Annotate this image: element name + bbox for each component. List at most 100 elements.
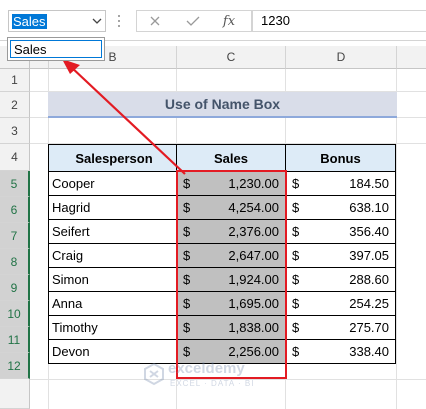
formula-input[interactable]: 1230 xyxy=(252,10,426,32)
table-row: Cooper $1,230.00 $184.50 xyxy=(48,171,396,196)
row-header-1[interactable]: 1 xyxy=(0,69,30,92)
currency-symbol: $ xyxy=(292,272,300,287)
sales-cell[interactable]: $2,647.00 xyxy=(176,243,286,268)
sales-cell[interactable]: $1,230.00 xyxy=(176,171,286,196)
name-box[interactable]: Sales xyxy=(8,10,106,32)
bonus-value: 356.40 xyxy=(349,224,389,239)
name-box-value[interactable]: Sales xyxy=(12,14,47,29)
salesperson-cell[interactable]: Timothy xyxy=(48,315,177,340)
insert-function-button[interactable]: fx xyxy=(216,10,242,32)
table-row: Seifert $2,376.00 $356.40 xyxy=(48,219,396,244)
table-row: Anna $1,695.00 $254.25 xyxy=(48,291,396,316)
row-header-9[interactable]: 9 xyxy=(0,275,30,301)
name-list-item[interactable]: Sales xyxy=(10,40,102,58)
row-header-8[interactable]: 8 xyxy=(0,249,30,275)
currency-symbol: $ xyxy=(183,200,191,215)
bonus-value: 184.50 xyxy=(349,176,389,191)
salesperson-cell[interactable]: Anna xyxy=(48,291,177,316)
currency-symbol: $ xyxy=(183,248,191,263)
bonus-cell[interactable]: $275.70 xyxy=(285,315,396,340)
column-header-c[interactable]: C xyxy=(177,46,286,69)
header-sales[interactable]: Sales xyxy=(176,144,286,172)
row-header-4[interactable]: 4 xyxy=(0,144,30,171)
salesperson-cell[interactable]: Simon xyxy=(48,267,177,292)
watermark-logo: exceldemy EXCEL · DATA · BI xyxy=(140,358,290,394)
fx-icon: fx xyxy=(222,13,236,29)
header-salesperson[interactable]: Salesperson xyxy=(48,144,177,172)
enter-button[interactable] xyxy=(180,10,206,32)
currency-symbol: $ xyxy=(183,320,191,335)
bonus-cell[interactable]: $338.40 xyxy=(285,339,396,364)
table-row: Hagrid $4,254.00 $638.10 xyxy=(48,195,396,220)
row-header-5[interactable]: 5 xyxy=(0,171,30,197)
table-row: Craig $2,647.00 $397.05 xyxy=(48,243,396,268)
currency-symbol: $ xyxy=(183,224,191,239)
column-header-d[interactable]: D xyxy=(286,46,397,69)
table-header-row: Salesperson Sales Bonus xyxy=(48,144,396,172)
salesperson-cell[interactable]: Cooper xyxy=(48,171,177,196)
row-header-13[interactable] xyxy=(0,379,30,409)
header-bonus[interactable]: Bonus xyxy=(285,144,396,172)
table-row: Timothy $1,838.00 $275.70 xyxy=(48,315,396,340)
currency-symbol: $ xyxy=(183,296,191,311)
watermark-text: exceldemy xyxy=(168,360,245,377)
name-box-dropdown: Sales xyxy=(7,37,105,61)
row-header-3[interactable]: 3 xyxy=(0,118,30,144)
bonus-cell[interactable]: $288.60 xyxy=(285,267,396,292)
salesperson-cell[interactable]: Craig xyxy=(48,243,177,268)
sales-value: 2,647.00 xyxy=(228,248,279,263)
check-icon xyxy=(186,16,200,26)
bonus-cell[interactable]: $638.10 xyxy=(285,195,396,220)
bonus-value: 288.60 xyxy=(349,272,389,287)
sales-value: 1,838.00 xyxy=(228,320,279,335)
sales-value: 4,254.00 xyxy=(228,200,279,215)
sheet-title[interactable]: Use of Name Box xyxy=(48,92,397,118)
watermark-subtext: EXCEL · DATA · BI xyxy=(170,379,255,388)
bonus-cell[interactable]: $254.25 xyxy=(285,291,396,316)
salesperson-cell[interactable]: Seifert xyxy=(48,219,177,244)
bonus-value: 338.40 xyxy=(349,344,389,359)
sales-value: 1,924.00 xyxy=(228,272,279,287)
salesperson-cell[interactable]: Hagrid xyxy=(48,195,177,220)
close-icon xyxy=(150,16,160,26)
bonus-value: 638.10 xyxy=(349,200,389,215)
row-header-11[interactable]: 11 xyxy=(0,327,30,353)
sales-cell[interactable]: $4,254.00 xyxy=(176,195,286,220)
column-header-e[interactable] xyxy=(397,46,426,69)
row-header-2[interactable]: 2 xyxy=(0,92,30,118)
sales-value: 2,256.00 xyxy=(228,344,279,359)
currency-symbol: $ xyxy=(292,248,300,263)
currency-symbol: $ xyxy=(292,296,300,311)
currency-symbol: $ xyxy=(292,320,300,335)
sales-cell[interactable]: $2,376.00 xyxy=(176,219,286,244)
currency-symbol: $ xyxy=(183,176,191,191)
sales-value: 1,230.00 xyxy=(228,176,279,191)
currency-symbol: $ xyxy=(292,176,300,191)
sales-value: 2,376.00 xyxy=(228,224,279,239)
bonus-value: 397.05 xyxy=(349,248,389,263)
bonus-cell[interactable]: $184.50 xyxy=(285,171,396,196)
currency-symbol: $ xyxy=(183,344,191,359)
currency-symbol: $ xyxy=(292,200,300,215)
row-header-10[interactable]: 10 xyxy=(0,301,30,327)
row-header-6[interactable]: 6 xyxy=(0,197,30,223)
currency-symbol: $ xyxy=(292,344,300,359)
currency-symbol: $ xyxy=(183,272,191,287)
sales-cell[interactable]: $1,924.00 xyxy=(176,267,286,292)
cancel-button[interactable] xyxy=(142,10,168,32)
resize-handle-icon[interactable] xyxy=(116,13,122,29)
sales-table: Salesperson Sales Bonus Cooper $1,230.00… xyxy=(48,144,396,364)
bonus-cell[interactable]: $356.40 xyxy=(285,219,396,244)
currency-symbol: $ xyxy=(292,224,300,239)
row-header-7[interactable]: 7 xyxy=(0,223,30,249)
chevron-down-icon[interactable] xyxy=(91,15,103,27)
bonus-value: 275.70 xyxy=(349,320,389,335)
bonus-cell[interactable]: $397.05 xyxy=(285,243,396,268)
gridline xyxy=(396,69,397,409)
exceldemy-logo-icon xyxy=(144,362,164,386)
bonus-value: 254.25 xyxy=(349,296,389,311)
row-header-12[interactable]: 12 xyxy=(0,353,30,379)
sales-cell[interactable]: $1,695.00 xyxy=(176,291,286,316)
sales-cell[interactable]: $1,838.00 xyxy=(176,315,286,340)
formula-bar: Sales fx 1230 xyxy=(0,0,426,41)
